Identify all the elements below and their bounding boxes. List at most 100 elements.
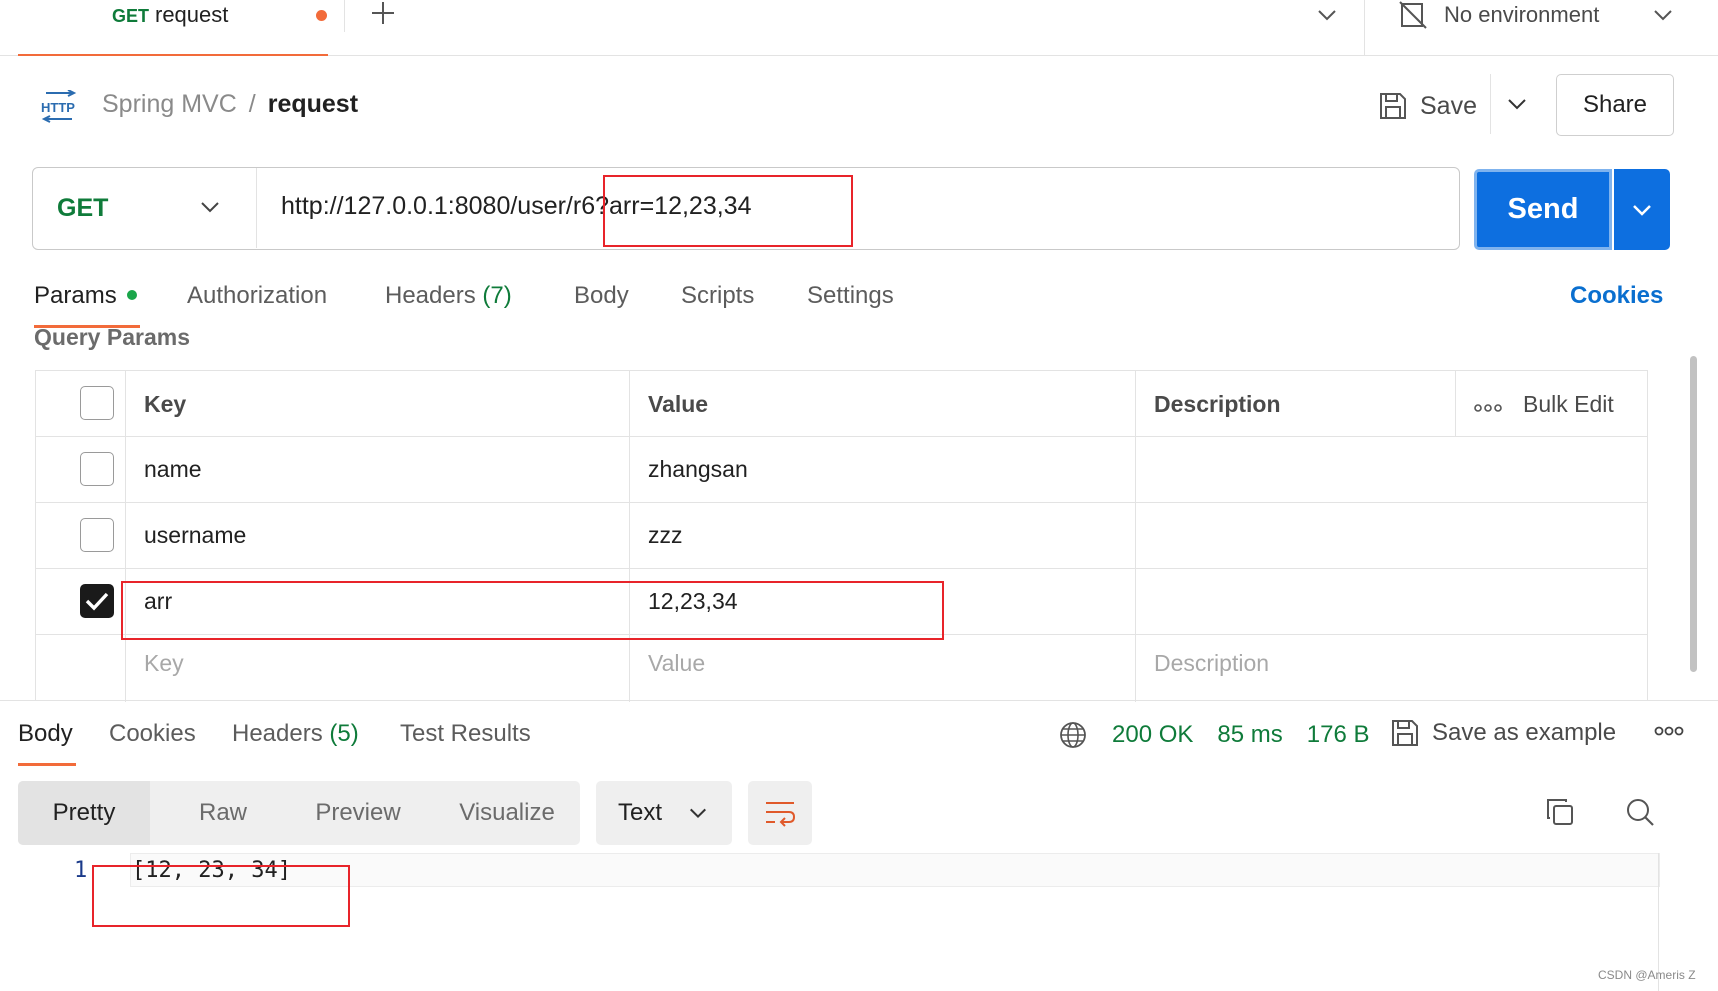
save-button[interactable]: Save bbox=[1378, 88, 1477, 124]
save-icon bbox=[1380, 93, 1406, 119]
cookies-link[interactable]: Cookies bbox=[1570, 282, 1663, 310]
method-select[interactable]: GET bbox=[33, 168, 257, 248]
response-tab-test-results[interactable]: Test Results bbox=[400, 720, 531, 748]
value-header: Value bbox=[648, 391, 709, 417]
request-tab-name: request bbox=[155, 2, 229, 27]
select-all-cell bbox=[36, 371, 126, 436]
more-options-icon[interactable] bbox=[1654, 723, 1684, 741]
description-header: Description bbox=[1154, 391, 1281, 417]
watermark: CSDN @Ameris Z bbox=[1598, 968, 1696, 982]
checkbox-cell bbox=[36, 437, 126, 502]
param-key: name bbox=[144, 456, 202, 482]
description-cell[interactable] bbox=[1136, 569, 1647, 634]
tab-params[interactable]: Params bbox=[34, 282, 137, 310]
description-cell[interactable] bbox=[1136, 503, 1647, 568]
tab-body[interactable]: Body bbox=[574, 282, 629, 310]
chevron-down-icon[interactable] bbox=[1652, 4, 1674, 31]
key-cell[interactable]: name bbox=[126, 437, 630, 502]
annotation-box-param bbox=[121, 581, 944, 640]
http-icon-text: HTTP bbox=[41, 100, 75, 115]
status-badge[interactable]: 200 OK bbox=[1112, 721, 1193, 749]
param-value: zhangsan bbox=[648, 456, 748, 482]
key-header-cell: Key bbox=[126, 371, 630, 436]
key-header: Key bbox=[144, 391, 187, 417]
param-value: zzz bbox=[648, 522, 683, 548]
save-options-button[interactable] bbox=[1490, 74, 1542, 134]
checkbox-cell bbox=[36, 635, 126, 702]
view-raw-button[interactable]: Raw bbox=[150, 781, 296, 845]
value-cell[interactable]: zhangsan bbox=[630, 437, 1136, 502]
response-meta: 200 OK 85 ms 176 B bbox=[1058, 718, 1369, 752]
bulk-edit-button[interactable]: Bulk Edit bbox=[1523, 391, 1614, 418]
scrollbar[interactable] bbox=[1690, 356, 1697, 672]
breadcrumb-collection[interactable]: Spring MVC bbox=[102, 90, 237, 118]
row-checkbox[interactable] bbox=[80, 518, 114, 552]
description-header-cell: Description bbox=[1136, 371, 1456, 436]
description-cell[interactable] bbox=[1136, 437, 1647, 502]
breadcrumb-separator: / bbox=[248, 90, 256, 118]
row-checkbox[interactable] bbox=[80, 452, 114, 486]
save-as-example-button[interactable]: Save as example bbox=[1390, 718, 1616, 748]
new-value-input[interactable]: Value bbox=[630, 635, 1136, 702]
breadcrumb-current[interactable]: request bbox=[268, 90, 358, 118]
key-placeholder: Key bbox=[144, 650, 184, 676]
format-select[interactable]: Text bbox=[596, 781, 732, 845]
tab-headers[interactable]: Headers (7) bbox=[385, 282, 512, 310]
description-placeholder: Description bbox=[1154, 650, 1270, 676]
chevron-down-icon bbox=[1507, 99, 1526, 110]
params-active-dot-icon bbox=[126, 289, 137, 300]
request-tab[interactable]: GET request bbox=[18, 0, 328, 56]
response-headers-count: (5) bbox=[329, 720, 359, 747]
table-row: name zhangsan bbox=[36, 437, 1647, 503]
view-preview-button[interactable]: Preview bbox=[288, 781, 428, 845]
plus-icon[interactable] bbox=[370, 0, 396, 30]
copy-icon[interactable] bbox=[1544, 796, 1576, 833]
format-label: Text bbox=[618, 799, 663, 826]
tab-params-label: Params bbox=[34, 282, 117, 309]
response-time[interactable]: 85 ms bbox=[1217, 721, 1282, 749]
response-tab-body[interactable]: Body bbox=[18, 720, 73, 748]
more-options-icon[interactable] bbox=[1474, 399, 1502, 417]
query-params-title: Query Params bbox=[34, 324, 190, 350]
tab-headers-count: (7) bbox=[482, 282, 512, 309]
checkmark-icon bbox=[85, 592, 109, 611]
save-label: Save bbox=[1420, 91, 1477, 120]
select-all-checkbox[interactable] bbox=[80, 386, 114, 420]
view-visualize-button[interactable]: Visualize bbox=[434, 781, 580, 845]
current-line-highlight bbox=[130, 853, 1660, 887]
annotation-box-response bbox=[92, 865, 350, 927]
table-header-row: Key Value Description Bulk Edit bbox=[36, 371, 1647, 437]
chevron-down-icon bbox=[201, 202, 219, 213]
wrap-lines-icon[interactable] bbox=[748, 781, 812, 845]
response-tab-cookies[interactable]: Cookies bbox=[109, 720, 196, 748]
send-button[interactable]: Send bbox=[1474, 169, 1612, 250]
chevron-down-icon[interactable] bbox=[1316, 4, 1338, 31]
tab-settings[interactable]: Settings bbox=[807, 282, 894, 310]
value-header-cell: Value bbox=[630, 371, 1136, 436]
globe-icon[interactable] bbox=[1058, 720, 1088, 750]
new-param-row: Key Value Description bbox=[36, 635, 1647, 702]
response-headers-label: Headers bbox=[232, 720, 323, 747]
unsaved-dot-icon bbox=[316, 10, 327, 21]
new-key-input[interactable]: Key bbox=[126, 635, 630, 702]
share-button[interactable]: Share bbox=[1556, 74, 1674, 136]
new-description-input[interactable]: Description bbox=[1136, 635, 1647, 702]
view-pretty-button[interactable]: Pretty bbox=[18, 781, 150, 845]
response-size[interactable]: 176 B bbox=[1307, 721, 1370, 749]
row-checkbox-checked[interactable] bbox=[80, 584, 114, 618]
tab-scripts[interactable]: Scripts bbox=[681, 282, 754, 310]
response-tab-headers[interactable]: Headers (5) bbox=[232, 720, 359, 748]
tab-authorization[interactable]: Authorization bbox=[187, 282, 327, 310]
no-environment-icon bbox=[1399, 1, 1427, 29]
chevron-down-icon bbox=[1633, 204, 1651, 216]
chevron-down-icon bbox=[690, 808, 706, 819]
send-options-button[interactable] bbox=[1614, 169, 1670, 250]
active-tab-indicator bbox=[18, 763, 76, 766]
key-cell[interactable]: username bbox=[126, 503, 630, 568]
response-divider[interactable] bbox=[0, 700, 1718, 701]
checkbox-cell bbox=[36, 569, 126, 634]
http-icon: HTTP bbox=[40, 89, 78, 129]
line-number: 1 bbox=[74, 858, 88, 883]
value-cell[interactable]: zzz bbox=[630, 503, 1136, 568]
search-icon[interactable] bbox=[1624, 796, 1656, 833]
